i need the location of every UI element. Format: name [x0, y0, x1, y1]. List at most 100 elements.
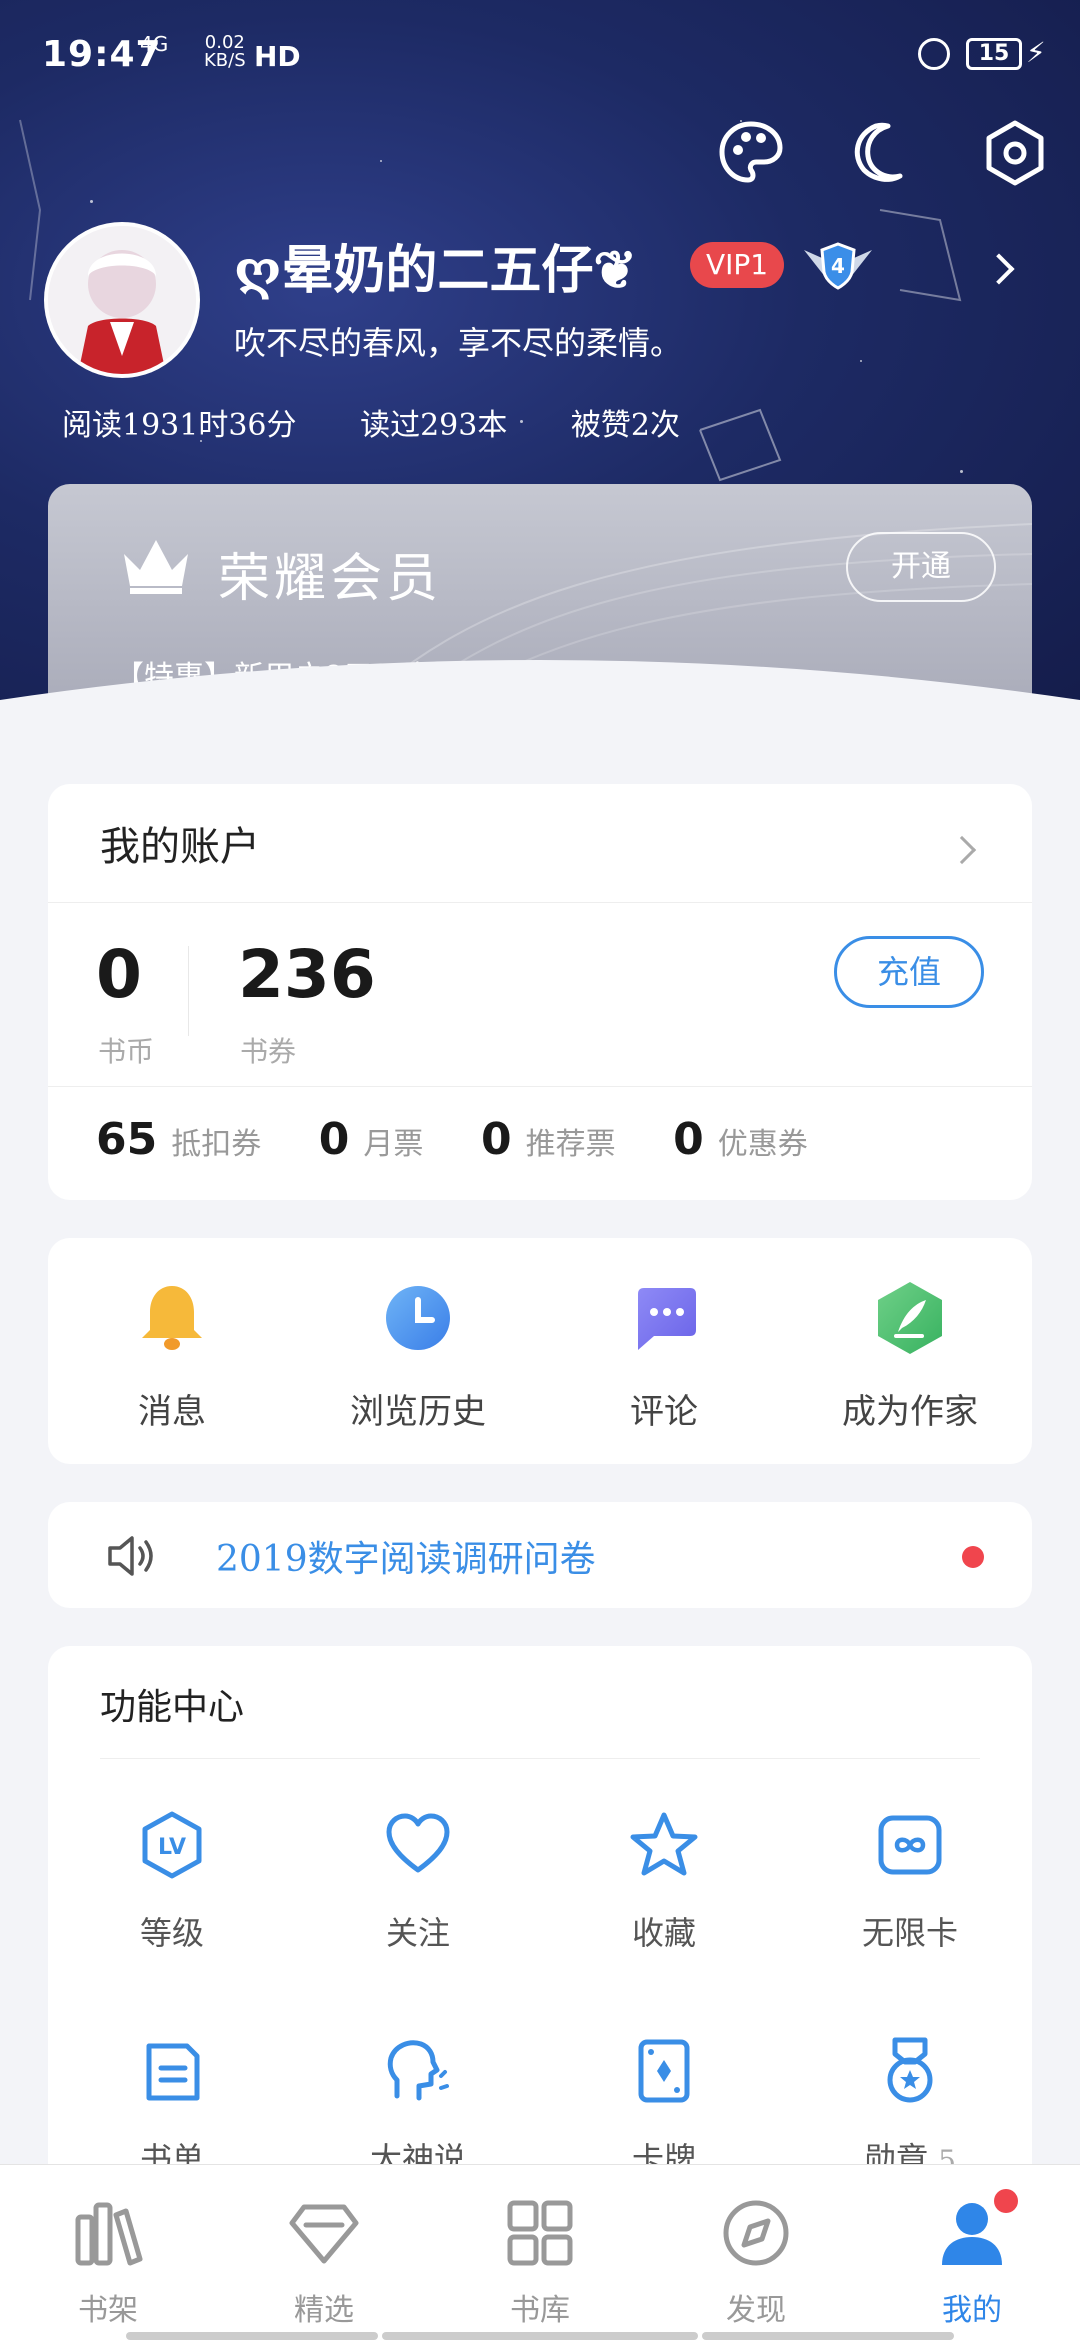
monthly-tickets[interactable]: 0 月票 [319, 1114, 424, 1165]
tab-bookshelf[interactable]: 书架 [48, 2195, 168, 2329]
quick-actions-card: 消息 浏览历史 评论 成为作家 [48, 1238, 1032, 1464]
level-number: 4 [831, 254, 845, 278]
follow-label: 关注 [385, 1914, 450, 1952]
star-icon [630, 1812, 698, 1876]
vouchers-label: 书券 [240, 1035, 297, 1068]
card-icon [638, 2039, 690, 2103]
divider [100, 1758, 980, 1759]
recommend-tickets[interactable]: 0 推荐票 [481, 1114, 616, 1165]
recommend-tickets-value: 0 [480, 1114, 512, 1165]
avatar-image [48, 226, 196, 374]
reading-stats: 阅读1931时36分 读过293本 被赞2次 [62, 400, 734, 444]
account-extras: 65 抵扣券 0 月票 0 推荐票 0 优惠券 [96, 1114, 856, 1165]
function-center-title: 功能中心 [100, 1687, 245, 1728]
discount-coupons-label: 优惠券 [717, 1127, 808, 1162]
bio: 吹不尽的春风，享不尽的柔情。 [234, 324, 683, 362]
messages-label: 消息 [138, 1392, 206, 1432]
tab-library[interactable]: 书库 [480, 2195, 600, 2329]
become-writer-entry[interactable]: 成为作家 [810, 1278, 1010, 1433]
cards-entry[interactable]: 卡牌 [564, 2036, 764, 2180]
quill-icon [878, 1282, 942, 1354]
master-talk-entry[interactable]: 大神说 [318, 2036, 518, 2180]
notification-dot [994, 2189, 1018, 2213]
discount-coupons-value: 0 [673, 1114, 704, 1165]
function-center-card: 功能中心 LV 等级 关注 收藏 无限卡 书单 大神说 卡牌 勋章 5 [48, 1646, 1032, 2206]
heart-icon [386, 1813, 450, 1873]
tab-featured[interactable]: 精选 [264, 2195, 384, 2329]
follow-entry[interactable]: 关注 [318, 1810, 518, 1954]
charging-icon: ⚡ [1026, 36, 1046, 69]
level-entry[interactable]: LV 等级 [72, 1810, 272, 1954]
unlimited-card-label: 无限卡 [861, 1914, 958, 1952]
tab-mine[interactable]: 我的 [912, 2189, 1032, 2329]
unlimited-card-entry[interactable]: 无限卡 [810, 1810, 1010, 1954]
divider [48, 1086, 1032, 1087]
network-indicator: 4G [140, 32, 169, 56]
infinity-card-icon [878, 1815, 942, 1875]
hd-indicator: HD [254, 40, 301, 73]
nav-indicator [382, 2332, 698, 2340]
become-writer-label: 成为作家 [842, 1392, 978, 1432]
notice-banner[interactable]: 2019数字阅读调研问卷 [48, 1502, 1032, 1608]
tab-discover-label: 发现 [726, 2293, 786, 2328]
recharge-button[interactable]: 充值 [834, 936, 984, 1008]
level-shield-icon[interactable]: 4 [800, 238, 876, 294]
tab-mine-label: 我的 [942, 2293, 1002, 2328]
favorites-label: 收藏 [631, 1914, 696, 1952]
network-speed: 0.02 KB/S [204, 34, 246, 70]
booklist-icon [146, 2043, 200, 2101]
bell-icon [142, 1286, 202, 1350]
diamond-icon [289, 2204, 359, 2264]
tab-discover[interactable]: 发现 [696, 2195, 816, 2329]
unread-dot [962, 1546, 984, 1568]
vouchers-value[interactable]: 236 [238, 936, 376, 1013]
deduction-coupons[interactable]: 65 抵扣券 [96, 1114, 261, 1165]
avatar[interactable] [44, 222, 200, 378]
status-bar: 19:47 4G 0.02 KB/S HD 15 ⚡ [0, 0, 1080, 110]
speaking-head-icon [387, 2040, 449, 2101]
comments-label: 评论 [630, 1392, 698, 1432]
compass-icon [723, 2200, 789, 2266]
nav-indicator [702, 2332, 954, 2340]
notice-text[interactable]: 2019数字阅读调研问卷 [216, 1530, 596, 1582]
settings-icon[interactable] [980, 118, 1050, 188]
level-icon: LV [142, 1811, 202, 1879]
account-chevron-icon[interactable] [947, 835, 977, 865]
bookshelf-icon [75, 2202, 143, 2266]
comments-entry[interactable]: 评论 [564, 1278, 764, 1433]
speaker-icon [108, 1536, 153, 1576]
nav-indicator [126, 2332, 378, 2340]
grid-icon [507, 2200, 573, 2266]
divider [48, 902, 1032, 903]
tab-library-label: 书库 [510, 2293, 570, 2328]
booklist-entry[interactable]: 书单 [72, 2036, 272, 2180]
monthly-tickets-label: 月票 [363, 1127, 424, 1162]
divider [188, 946, 189, 1036]
chat-bubble-icon [638, 1288, 696, 1350]
svg-text:LV: LV [158, 1835, 186, 1860]
username[interactable]: ღ晕奶的二五仔❦ [234, 228, 637, 303]
tab-bookshelf-label: 书架 [78, 2293, 138, 2328]
medal-icon [887, 2037, 933, 2103]
tab-featured-label: 精选 [294, 2293, 354, 2328]
night-mode-icon[interactable] [848, 118, 918, 188]
rotation-lock-icon [918, 38, 950, 70]
medals-entry[interactable]: 勋章 5 [810, 2036, 1010, 2180]
level-label: 等级 [139, 1914, 204, 1952]
favorites-entry[interactable]: 收藏 [564, 1810, 764, 1954]
crown-icon [124, 540, 188, 594]
history-label: 浏览历史 [350, 1392, 486, 1432]
likes-count: 被赞2次 [570, 408, 680, 443]
palette-icon[interactable] [716, 118, 786, 188]
discount-coupons[interactable]: 0 优惠券 [673, 1114, 808, 1165]
account-title[interactable]: 我的账户 [100, 814, 260, 872]
books-read: 读过293本 [360, 408, 508, 443]
vip-badge[interactable]: VIP1 [690, 242, 784, 288]
membership-title: 荣耀会员 [218, 549, 443, 609]
coins-value[interactable]: 0 [96, 936, 142, 1013]
messages-entry[interactable]: 消息 [72, 1278, 272, 1433]
history-entry[interactable]: 浏览历史 [318, 1278, 518, 1433]
open-membership-button[interactable]: 开通 [846, 532, 996, 602]
battery-icon: 15 [966, 38, 1022, 70]
reading-time: 阅读1931时36分 [62, 408, 297, 443]
